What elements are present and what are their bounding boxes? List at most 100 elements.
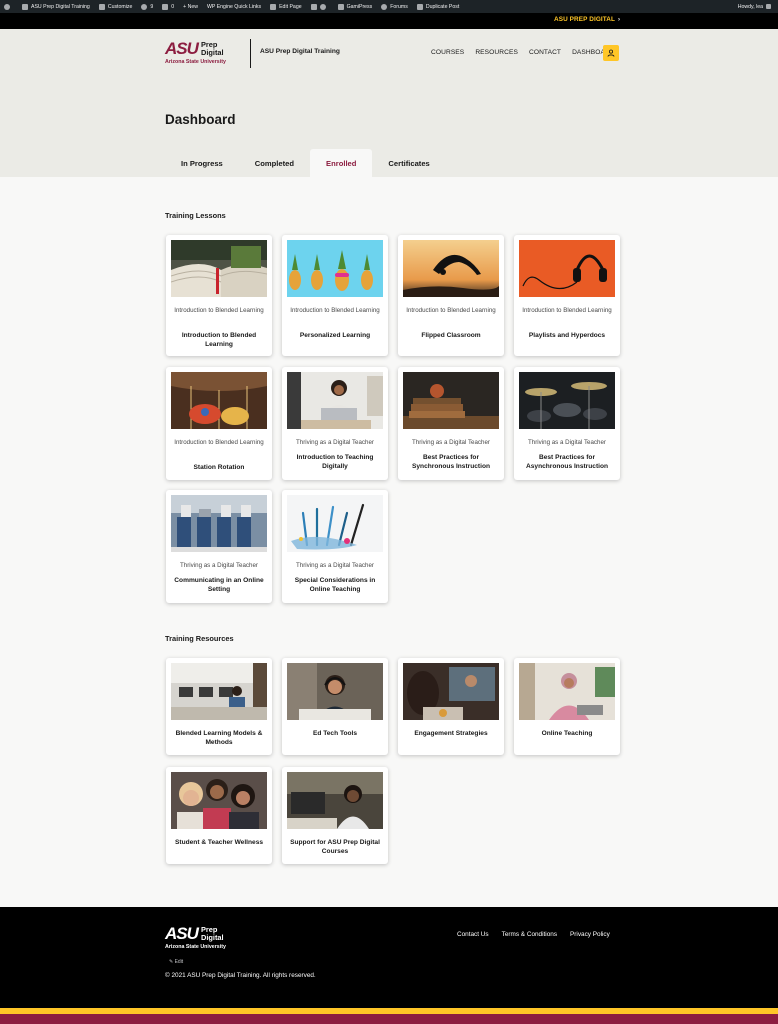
site-title[interactable]: ASU Prep Digital Training bbox=[260, 48, 340, 55]
avatar-icon bbox=[766, 4, 771, 9]
headset-teacher-photo bbox=[287, 663, 383, 720]
main-nav: COURSES RESOURCES CONTACT DASHBOARD bbox=[431, 49, 626, 56]
headphones-photo bbox=[519, 240, 615, 297]
logo-divider bbox=[250, 39, 251, 68]
page-title: Dashboard bbox=[165, 112, 236, 127]
nav-resources[interactable]: RESOURCES bbox=[475, 49, 518, 56]
admin-duplicate-post[interactable]: Duplicate Post bbox=[416, 3, 459, 10]
grid-icon bbox=[310, 3, 317, 10]
resource-card[interactable]: Support for ASU Prep Digital Courses bbox=[282, 767, 388, 864]
forum-icon bbox=[381, 3, 388, 10]
footer-logo[interactable]: ASU Prep Digital Arizona State University bbox=[165, 925, 245, 953]
chevron-right-icon: › bbox=[618, 17, 621, 23]
resource-card[interactable]: Blended Learning Models & Methods bbox=[166, 658, 272, 755]
resource-title: Ed Tech Tools bbox=[312, 730, 358, 737]
user-account-button[interactable] bbox=[603, 45, 619, 61]
lesson-course: Thriving as a Digital Teacher bbox=[180, 562, 258, 569]
footer-link-terms[interactable]: Terms & Conditions bbox=[502, 931, 557, 938]
lesson-course: Thriving as a Digital Teacher bbox=[296, 439, 374, 446]
training-lessons-heading: Training Lessons bbox=[165, 211, 226, 220]
lesson-title: Special Considerations in Online Teachin… bbox=[294, 577, 376, 594]
lesson-card[interactable]: Thriving as a Digital Teacher Special Co… bbox=[282, 490, 388, 603]
student-tablet-photo bbox=[519, 663, 615, 720]
asu-prep-digital-link[interactable]: ASU PREP DIGITAL › bbox=[554, 16, 620, 23]
lesson-card[interactable]: Thriving as a Digital Teacher Best Pract… bbox=[514, 367, 620, 480]
resource-card[interactable]: Engagement Strategies bbox=[398, 658, 504, 755]
admin-extra-icons[interactable] bbox=[310, 3, 329, 10]
admin-forums[interactable]: Forums bbox=[381, 3, 408, 10]
admin-gamipress[interactable]: GamiPress bbox=[337, 3, 372, 10]
resource-title: Engagement Strategies bbox=[414, 730, 488, 737]
footer-links: Contact Us Terms & Conditions Privacy Po… bbox=[444, 931, 610, 938]
admin-wpengine-links[interactable]: WP Engine Quick Links bbox=[207, 4, 261, 10]
lesson-title: Communicating in an Online Setting bbox=[174, 577, 264, 594]
lesson-course: Introduction to Blended Learning bbox=[522, 307, 612, 314]
admin-new-content[interactable]: + New bbox=[183, 4, 198, 10]
paint-brushes-photo bbox=[287, 495, 383, 552]
lesson-title: Station Rotation bbox=[193, 464, 245, 471]
wp-logo-menu[interactable] bbox=[4, 3, 13, 10]
lesson-title: Best Practices for Synchronous Instructi… bbox=[411, 454, 491, 471]
resource-title: Support for ASU Prep Digital Courses bbox=[290, 839, 380, 856]
lesson-card[interactable]: Thriving as a Digital Teacher Best Pract… bbox=[398, 367, 504, 480]
admin-site-name[interactable]: ASU Prep Digital Training bbox=[22, 3, 90, 10]
friends-smiling-photo bbox=[171, 772, 267, 829]
lesson-card[interactable]: Introduction to Blended Learning Station… bbox=[166, 367, 272, 480]
home-icon bbox=[22, 3, 28, 10]
resource-title: Student & Teacher Wellness bbox=[174, 839, 264, 846]
lesson-card[interactable]: Introduction to Blended Learning Introdu… bbox=[166, 235, 272, 356]
tab-enrolled[interactable]: Enrolled bbox=[310, 149, 373, 177]
resource-card[interactable]: Student & Teacher Wellness bbox=[166, 767, 272, 864]
refresh-icon bbox=[141, 3, 148, 10]
lesson-card[interactable]: Introduction to Blended Learning Playlis… bbox=[514, 235, 620, 356]
lesson-course: Introduction to Blended Learning bbox=[406, 307, 496, 314]
copy-icon bbox=[416, 3, 423, 10]
asu-prep-digital-logo[interactable]: ASU Prep Digital Arizona State University bbox=[165, 40, 240, 68]
lesson-title: Best Practices for Asynchronous Instruct… bbox=[525, 454, 609, 471]
resource-card[interactable]: Online Teaching bbox=[514, 658, 620, 755]
computer-lab-photo bbox=[171, 663, 267, 720]
pencil-icon bbox=[270, 3, 277, 10]
drum-kit-photo bbox=[519, 372, 615, 429]
lesson-course: Introduction to Blended Learning bbox=[174, 307, 264, 314]
nav-contact[interactable]: CONTACT bbox=[529, 49, 561, 56]
brush-icon bbox=[98, 3, 105, 10]
user-icon bbox=[607, 49, 615, 57]
lesson-course: Thriving as a Digital Teacher bbox=[528, 439, 606, 446]
tab-completed[interactable]: Completed bbox=[239, 149, 310, 177]
admin-customize[interactable]: Customize bbox=[98, 3, 132, 10]
nav-courses[interactable]: COURSES bbox=[431, 49, 464, 56]
wp-admin-bar: ASU Prep Digital Training Customize 9 0 … bbox=[0, 0, 778, 13]
resource-title: Blended Learning Models & Methods bbox=[175, 730, 263, 747]
student-computer-photo bbox=[287, 772, 383, 829]
edit-link[interactable]: ✎ Edit bbox=[169, 959, 183, 965]
teacher-laptop-photo bbox=[287, 372, 383, 429]
admin-account[interactable]: Howdy, lea bbox=[738, 0, 774, 13]
admin-updates[interactable]: 9 bbox=[141, 3, 153, 10]
lesson-card[interactable]: Thriving as a Digital Teacher Introducti… bbox=[282, 367, 388, 480]
lesson-title: Flipped Classroom bbox=[421, 332, 481, 339]
lesson-course: Thriving as a Digital Teacher bbox=[412, 439, 490, 446]
admin-comments[interactable]: 0 bbox=[162, 3, 174, 10]
resource-card[interactable]: Ed Tech Tools bbox=[282, 658, 388, 755]
lesson-title: Introduction to Blended Learning bbox=[181, 332, 257, 349]
lesson-title: Personalized Learning bbox=[299, 332, 371, 339]
copyright: © 2021 ASU Prep Digital Training. All ri… bbox=[165, 972, 316, 979]
tab-certificates[interactable]: Certificates bbox=[372, 149, 445, 177]
lesson-title: Introduction to Teaching Digitally bbox=[296, 454, 374, 471]
admin-edit-page[interactable]: Edit Page bbox=[270, 3, 302, 10]
footer-link-contact-us[interactable]: Contact Us bbox=[457, 931, 489, 938]
lesson-title: Playlists and Hyperdocs bbox=[528, 332, 606, 339]
lesson-course: Introduction to Blended Learning bbox=[290, 307, 380, 314]
lesson-course: Introduction to Blended Learning bbox=[174, 439, 264, 446]
lesson-card[interactable]: Introduction to Blended Learning Flipped… bbox=[398, 235, 504, 356]
pineapples-photo bbox=[287, 240, 383, 297]
video-call-photo bbox=[403, 663, 499, 720]
site-footer: ASU Prep Digital Arizona State University… bbox=[0, 907, 778, 1008]
lesson-card[interactable]: Thriving as a Digital Teacher Communicat… bbox=[166, 490, 272, 603]
tab-in-progress[interactable]: In Progress bbox=[165, 149, 239, 177]
lesson-card[interactable]: Introduction to Blended Learning Persona… bbox=[282, 235, 388, 356]
open-book-photo bbox=[171, 240, 267, 297]
footer-link-privacy[interactable]: Privacy Policy bbox=[570, 931, 610, 938]
carousel-photo bbox=[171, 372, 267, 429]
